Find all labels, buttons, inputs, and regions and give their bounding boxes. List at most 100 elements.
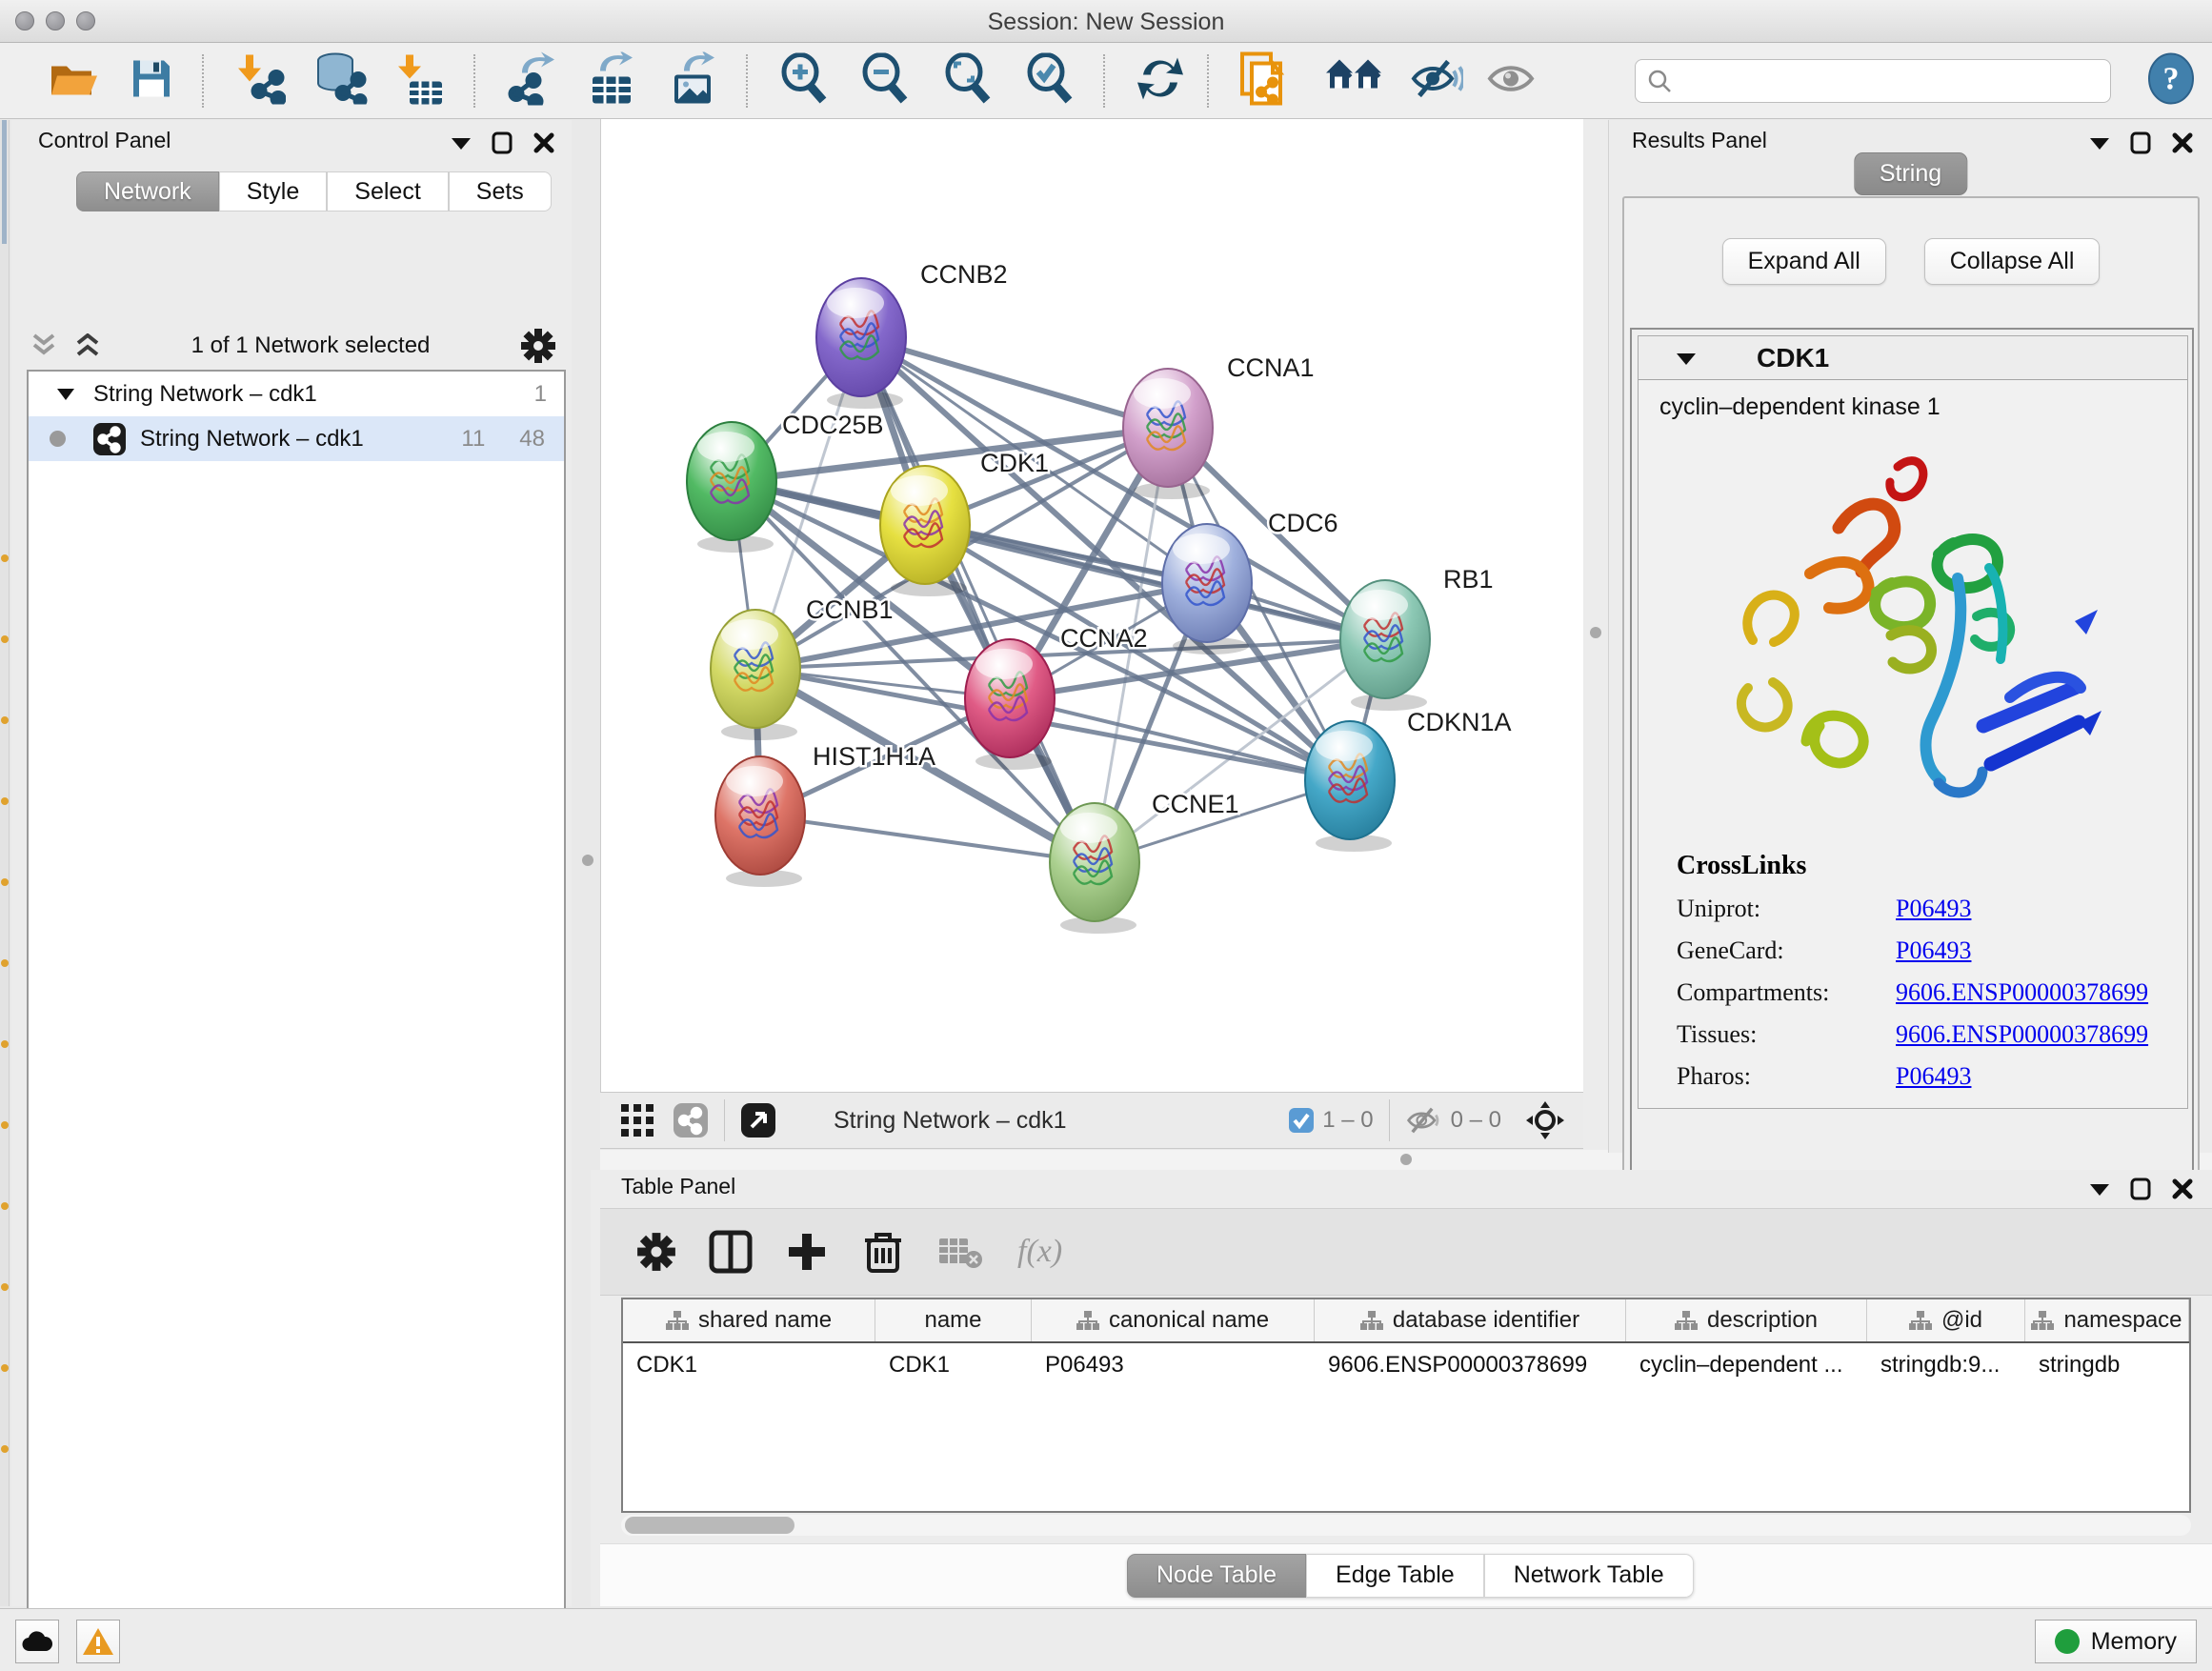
help-button[interactable]: ? — [2147, 52, 2195, 109]
export-image-button[interactable] — [667, 51, 720, 110]
open-in-window-icon[interactable] — [740, 1102, 776, 1138]
card-expander-icon[interactable] — [1677, 352, 1696, 365]
panel-float-icon[interactable] — [2130, 1178, 2151, 1200]
table-row[interactable]: CDK1CDK1P064939606.ENSP00000378699cyclin… — [623, 1343, 2189, 1386]
node-ccnb2[interactable] — [816, 278, 906, 409]
table-cell[interactable]: stringdb — [2025, 1343, 2189, 1386]
hide-selected-button[interactable] — [1410, 57, 1463, 104]
node-hist1h1a[interactable] — [715, 756, 805, 887]
protein-card-header[interactable]: CDK1 — [1639, 336, 2187, 380]
import-network-database-button[interactable] — [314, 52, 368, 109]
expand-all-button[interactable]: Expand All — [1722, 238, 1886, 285]
panel-close-icon[interactable] — [2172, 1178, 2193, 1199]
table-cell[interactable]: cyclin–dependent ... — [1626, 1343, 1867, 1386]
node-ccnb1[interactable] — [711, 610, 800, 740]
copy-network-button[interactable] — [1237, 50, 1290, 111]
node-label-rb1: RB1 — [1443, 565, 1494, 594]
bottom-splitter-handle[interactable] — [1400, 1154, 1412, 1165]
column-header-description[interactable]: description — [1626, 1299, 1867, 1341]
panel-float-icon[interactable] — [492, 131, 513, 154]
memory-button[interactable]: Memory — [2035, 1620, 2197, 1663]
add-column-icon[interactable] — [785, 1230, 829, 1274]
tab-network[interactable]: Network — [76, 171, 219, 211]
collapse-all-tree-icon[interactable] — [74, 333, 101, 358]
right-splitter[interactable] — [1583, 119, 1608, 1150]
tab-style[interactable]: Style — [219, 171, 328, 211]
crosslink-link[interactable]: P06493 — [1896, 1062, 1971, 1091]
column-header-namespace[interactable]: namespace — [2025, 1299, 2189, 1341]
cloud-status-button[interactable] — [15, 1620, 59, 1663]
save-session-button[interactable] — [130, 56, 173, 105]
node-cdk1[interactable] — [880, 466, 970, 596]
panel-close-icon[interactable] — [533, 132, 554, 153]
right-splitter-handle[interactable] — [1590, 627, 1601, 638]
column-header-id[interactable]: @id — [1867, 1299, 2025, 1341]
refresh-button[interactable] — [1136, 53, 1185, 108]
node-ccne1[interactable] — [1050, 803, 1139, 934]
tab-edge-table[interactable]: Edge Table — [1306, 1554, 1484, 1598]
panel-collapse-icon[interactable] — [452, 136, 471, 150]
tab-network-table[interactable]: Network Table — [1484, 1554, 1694, 1598]
birds-eye-grid-icon[interactable] — [621, 1104, 654, 1137]
crosslink-link[interactable]: P06493 — [1896, 895, 1971, 923]
node-cdc6[interactable] — [1162, 524, 1252, 654]
pan-crosshair-icon[interactable] — [1524, 1099, 1566, 1141]
column-header-canonicalname[interactable]: canonical name — [1032, 1299, 1315, 1341]
zoom-selected-button[interactable] — [1025, 52, 1075, 109]
network-options-gear-icon[interactable] — [520, 328, 556, 364]
node-rb1[interactable] — [1340, 580, 1430, 711]
expand-all-tree-icon[interactable] — [30, 333, 57, 358]
tab-select[interactable]: Select — [327, 171, 448, 211]
panel-float-icon[interactable] — [2130, 131, 2151, 154]
tab-string[interactable]: String — [1854, 152, 1967, 195]
warnings-button[interactable] — [76, 1620, 120, 1663]
collapse-all-button[interactable]: Collapse All — [1924, 238, 2101, 285]
table-horizontal-scrollbar[interactable] — [621, 1515, 2191, 1536]
crosslink-link[interactable]: P06493 — [1896, 936, 1971, 965]
import-table-file-button[interactable] — [396, 52, 444, 109]
selected-checkbox-icon[interactable] — [1288, 1107, 1315, 1134]
table-cell[interactable]: CDK1 — [875, 1343, 1032, 1386]
network-canvas[interactable]: CCNB2CCNA1CDC25BCDK1CDC6RB1CCNB1CCNA2CDK… — [600, 119, 1583, 1092]
node-cdkn1a[interactable] — [1305, 721, 1395, 852]
zoom-out-button[interactable] — [860, 52, 910, 109]
edge-hist1h1a-ccne1[interactable] — [760, 815, 1095, 862]
network-collection-row[interactable]: String Network – cdk1 1 — [29, 372, 564, 416]
first-neighbors-button[interactable] — [1326, 55, 1383, 106]
table-scrollbar-thumb[interactable] — [625, 1517, 794, 1534]
panel-close-icon[interactable] — [2172, 132, 2193, 153]
network-row[interactable]: String Network – cdk1 11 48 — [29, 416, 564, 461]
crosslink-link[interactable]: 9606.ENSP00000378699 — [1896, 1020, 2148, 1049]
table-panel-title: Table Panel — [621, 1174, 735, 1199]
table-cell[interactable]: CDK1 — [623, 1343, 875, 1386]
column-header-name[interactable]: name — [875, 1299, 1032, 1341]
network-badge-icon[interactable] — [673, 1102, 709, 1138]
table-cell[interactable]: P06493 — [1032, 1343, 1315, 1386]
table-options-gear-icon[interactable] — [636, 1232, 676, 1272]
panel-collapse-icon[interactable] — [2090, 136, 2109, 150]
export-network-button[interactable] — [505, 51, 558, 110]
show-columns-icon[interactable] — [709, 1230, 753, 1274]
network-view[interactable]: CCNB2CCNA1CDC25BCDK1CDC6RB1CCNB1CCNA2CDK… — [601, 119, 1582, 1090]
open-session-button[interactable] — [50, 56, 99, 105]
tree-expander-icon[interactable] — [57, 388, 74, 400]
delete-column-icon[interactable] — [863, 1229, 903, 1275]
tab-sets[interactable]: Sets — [449, 171, 552, 211]
node-table[interactable]: shared namenamecanonical namedatabase id… — [621, 1298, 2191, 1513]
left-splitter-handle[interactable] — [582, 855, 593, 866]
table-cell[interactable]: 9606.ENSP00000378699 — [1315, 1343, 1626, 1386]
import-network-file-button[interactable] — [234, 52, 286, 109]
tab-node-table[interactable]: Node Table — [1127, 1554, 1306, 1598]
zoom-fit-button[interactable] — [943, 52, 993, 109]
table-cell[interactable]: stringdb:9... — [1867, 1343, 2025, 1386]
column-header-sharedname[interactable]: shared name — [623, 1299, 875, 1341]
export-table-button[interactable] — [585, 51, 638, 110]
network-search-box[interactable] — [1635, 59, 2111, 103]
zoom-in-button[interactable] — [779, 52, 829, 109]
crosslink-link[interactable]: 9606.ENSP00000378699 — [1896, 978, 2148, 1007]
show-all-button[interactable] — [1486, 58, 1538, 103]
panel-collapse-icon[interactable] — [2090, 1182, 2109, 1196]
node-cdc25b[interactable] — [687, 422, 776, 553]
column-header-databaseidentifier[interactable]: database identifier — [1315, 1299, 1626, 1341]
search-input[interactable] — [1672, 68, 2081, 94]
